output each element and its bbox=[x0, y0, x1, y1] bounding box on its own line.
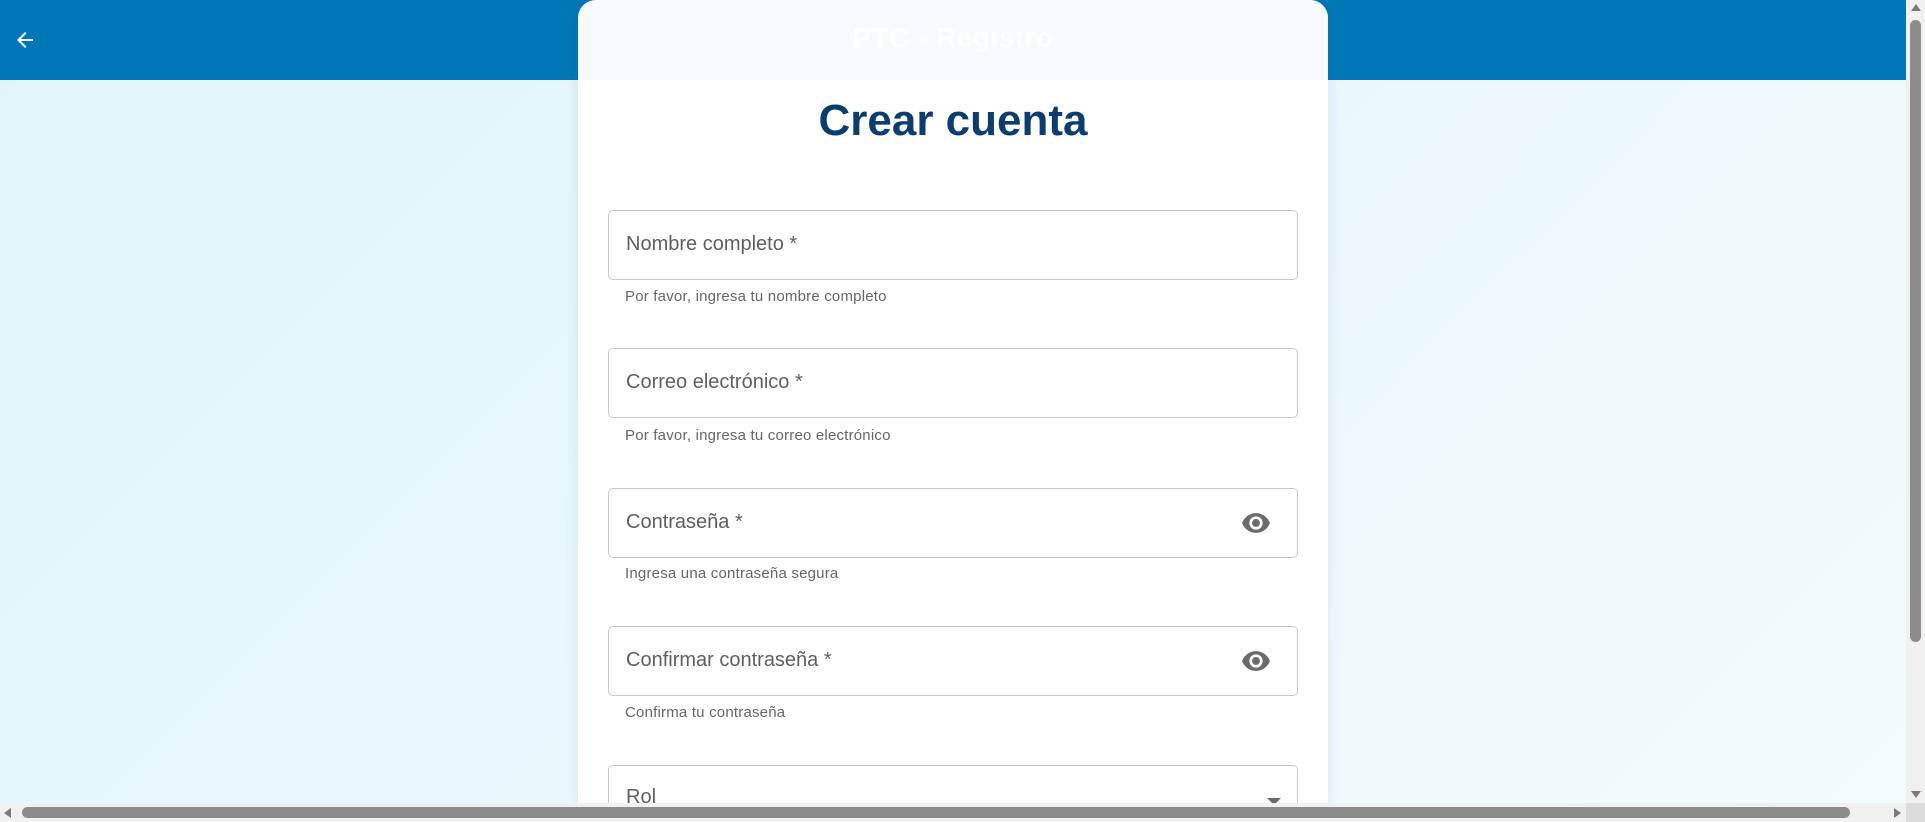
email-label: Correo electrónico * bbox=[626, 371, 803, 393]
full-name-label: Nombre completo * bbox=[626, 233, 798, 255]
scrollbar-corner bbox=[1906, 803, 1925, 822]
scroll-right-arrow-icon[interactable] bbox=[1894, 808, 1901, 818]
role-label: Rol bbox=[626, 786, 657, 803]
role-select[interactable]: Rol bbox=[608, 765, 1298, 803]
arrow-left-icon bbox=[17, 32, 33, 48]
scroll-left-arrow-icon[interactable] bbox=[4, 808, 11, 818]
scroll-up-arrow-icon[interactable] bbox=[1911, 4, 1921, 11]
eye-icon bbox=[1242, 651, 1270, 671]
vertical-scrollbar[interactable] bbox=[1906, 0, 1925, 803]
register-card: PTC - Registro Crear cuenta Nombre compl… bbox=[578, 0, 1328, 803]
card-header: PTC - Registro bbox=[578, 0, 1328, 80]
email-helper: Por favor, ingresa tu correo electrónico bbox=[625, 427, 891, 444]
full-name-helper: Por favor, ingresa tu nombre completo bbox=[625, 288, 887, 305]
horizontal-scrollbar[interactable] bbox=[0, 803, 1906, 822]
full-name-field[interactable]: Nombre completo * bbox=[608, 210, 1298, 280]
email-field[interactable]: Correo electrónico * bbox=[608, 348, 1298, 418]
password-field[interactable]: Contraseña * bbox=[608, 488, 1298, 558]
password-label: Contraseña * bbox=[626, 511, 743, 533]
eye-icon bbox=[1242, 513, 1270, 533]
confirm-password-helper: Confirma tu contraseña bbox=[625, 704, 786, 721]
confirm-password-label: Confirmar contraseña * bbox=[626, 649, 832, 671]
horizontal-scrollbar-thumb[interactable] bbox=[22, 807, 1850, 818]
password-helper: Ingresa una contraseña segura bbox=[625, 565, 839, 582]
toggle-confirm-password-visibility-button[interactable] bbox=[1241, 650, 1271, 672]
app-bar-title: PTC - Registro bbox=[852, 22, 1054, 53]
toggle-password-visibility-button[interactable] bbox=[1241, 512, 1271, 534]
scroll-down-arrow-icon[interactable] bbox=[1911, 791, 1921, 798]
back-button[interactable] bbox=[8, 20, 42, 60]
page-title: Crear cuenta bbox=[818, 96, 1088, 145]
confirm-password-field[interactable]: Confirmar contraseña * bbox=[608, 626, 1298, 696]
vertical-scrollbar-thumb[interactable] bbox=[1910, 20, 1921, 642]
